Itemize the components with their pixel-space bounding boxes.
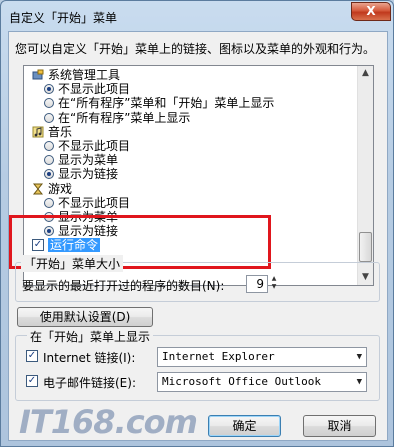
radio-button[interactable] (44, 197, 54, 208)
internet-link-label: Internet 链接(I): (43, 351, 136, 365)
music-icon (32, 126, 44, 138)
close-button[interactable]: X (351, 2, 391, 21)
dialog-window: 自定义「开始」菜单 X 您可以自定义「开始」菜单上的链接、图标以及菜单的外观和行… (0, 0, 394, 447)
window-title: 自定义「开始」菜单 (9, 11, 118, 25)
email-link-label: 电子邮件链接(E): (43, 376, 136, 390)
recent-programs-input[interactable]: 9 (246, 275, 268, 293)
option-label: 音乐 (48, 124, 73, 139)
radio-button[interactable] (44, 169, 54, 180)
recent-programs-label: 要显示的最近打开过的程序的数目(N): (22, 279, 225, 293)
list-scrollbar[interactable]: ▲ ▼ (357, 66, 373, 285)
internet-link-checkbox[interactable]: ✓ (26, 350, 38, 362)
internet-link-value: Internet Explorer (162, 350, 275, 363)
show-on-start-group-label: 在「开始」菜单上显示 (27, 328, 154, 345)
cancel-button[interactable]: 取消 (303, 415, 376, 437)
option-label: 不显示此项目 (58, 82, 131, 97)
games-icon (32, 183, 44, 195)
radio-button[interactable] (44, 98, 54, 109)
menu-size-group-label: 「开始」菜单大小 (21, 255, 124, 272)
chevron-down-icon[interactable]: ▼ (357, 373, 362, 391)
email-link-value: Microsoft Office Outlook (162, 375, 321, 388)
radio-button[interactable] (44, 141, 54, 151)
spin-down-icon[interactable]: ▼ (269, 283, 279, 291)
ok-button[interactable]: 确定 (208, 415, 281, 437)
option-label: 系统管理工具 (48, 68, 121, 82)
internet-link-dropdown[interactable]: Internet Explorer ▼ (157, 347, 367, 367)
chevron-down-icon[interactable]: ▼ (357, 348, 362, 366)
use-defaults-button[interactable]: 使用默认设置(D) (17, 307, 153, 327)
admin-tools-icon (32, 69, 44, 81)
email-link-dropdown[interactable]: Microsoft Office Outlook ▼ (157, 372, 367, 392)
dialog-body: 您可以自定义「开始」菜单上的链接、图标以及菜单的外观和行为。 系统管理工具 不显示… (8, 31, 388, 441)
spin-up-icon[interactable]: ▲ (269, 275, 279, 283)
radio-button[interactable] (44, 84, 54, 95)
recent-programs-spinner[interactable]: ▲ ▼ (269, 275, 279, 293)
option-label: 不显示此项目 (58, 195, 131, 210)
radio-button[interactable] (44, 155, 54, 166)
scroll-up-arrow-icon[interactable]: ▲ (358, 66, 373, 81)
option-label: 不显示此项目 (58, 139, 131, 153)
scroll-thumb[interactable] (359, 232, 372, 262)
description-text: 您可以自定义「开始」菜单上的链接、图标以及菜单的外观和行为。 (15, 42, 376, 56)
email-link-checkbox[interactable]: ✓ (26, 375, 38, 387)
option-label: 在“所有程序”菜单上显示 (58, 110, 191, 125)
option-label: 在“所有程序”菜单和「开始」菜单上显示 (58, 96, 275, 111)
site-watermark: IT168.com (19, 403, 198, 441)
option-label: 游戏 (48, 181, 73, 196)
option-label: 显示为链接 (58, 167, 119, 182)
option-label: 显示为菜单 (58, 153, 119, 168)
radio-button[interactable] (44, 112, 54, 123)
